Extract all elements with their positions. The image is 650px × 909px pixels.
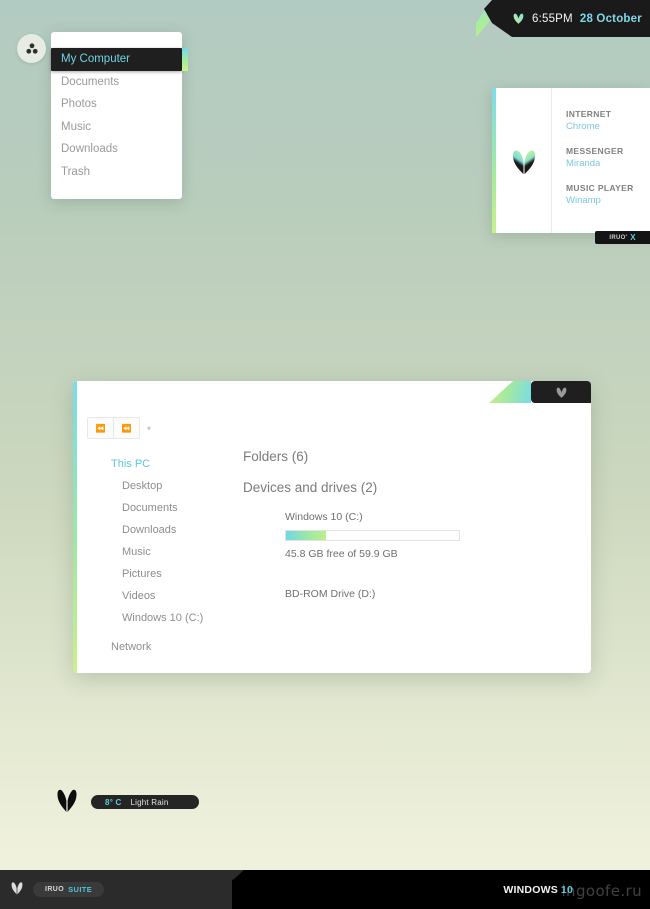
- start-menu-list: My Computer Documents Photos Music Downl…: [51, 32, 188, 184]
- butterfly-logo-icon: [512, 149, 535, 174]
- sidebar-item-downloads[interactable]: Downloads: [111, 519, 261, 541]
- butterfly-logo-icon: [55, 786, 79, 818]
- program-entry-music-player[interactable]: MUSIC PLAYER Winamp: [566, 182, 650, 207]
- taskbar-brand: WINDOWS 10: [503, 870, 573, 909]
- start-menu-item-documents[interactable]: Documents: [51, 71, 182, 94]
- chevron-down-icon[interactable]: ▾: [147, 424, 151, 433]
- taskbar-suite-word1: IRUO: [45, 886, 65, 893]
- sidebar-item-this-pc[interactable]: This PC: [111, 453, 261, 475]
- program-entry-messenger[interactable]: MESSENGER Miranda: [566, 145, 650, 170]
- drive-name: Windows 10 (C:): [285, 511, 363, 523]
- explorer-nav-buttons: ⏪ ⏪ ▾: [87, 417, 151, 439]
- back-arrow-icon[interactable]: ⏪: [87, 417, 114, 439]
- weather-temperature: 8° C: [105, 797, 122, 807]
- taskbar-right-segment: [232, 870, 650, 909]
- start-menu-item-label: My Computer: [61, 53, 131, 65]
- program-app-label: Chrome: [566, 121, 600, 132]
- drive-item-windows-10-c[interactable]: Windows 10 (C:) 45.8 GB free of 59.9 GB …: [285, 511, 571, 600]
- sidebar-item-network[interactable]: Network: [111, 636, 261, 658]
- iruo-badge: IRUO' X: [595, 231, 650, 244]
- explorer-sidebar: This PC Desktop Documents Downloads Musi…: [111, 453, 261, 658]
- sidebar-item-desktop[interactable]: Desktop: [111, 475, 261, 497]
- start-menu-item-label: Trash: [61, 165, 90, 178]
- clock-date: 28 October: [579, 12, 642, 25]
- butterfly-logo-icon: [512, 12, 525, 25]
- start-menu-item-label: Music: [61, 120, 92, 133]
- sidebar-item-pictures[interactable]: Pictures: [111, 563, 261, 585]
- explorer-content: Folders (6) Devices and drives (2) Windo…: [243, 449, 571, 607]
- start-menu-item-trash[interactable]: Trash: [51, 161, 182, 184]
- avatar[interactable]: [17, 34, 46, 63]
- taskbar-suite-pill[interactable]: IRUO SUITE: [33, 882, 105, 897]
- taskbar-suite-word2: SUITE: [68, 885, 93, 894]
- trefoil-avatar-icon: [25, 42, 38, 54]
- taskbar-brand-word2: 10: [560, 883, 573, 896]
- start-menu: My Computer Documents Photos Music Downl…: [17, 32, 188, 199]
- desktop-wallpaper: 6:55PM 28 October My Computer Documents …: [0, 0, 650, 909]
- start-menu-item-label: Photos: [61, 98, 97, 110]
- drive-usage-bar: [285, 530, 460, 541]
- start-menu-item-my-computer[interactable]: My Computer: [51, 48, 188, 71]
- program-app-label: Miranda: [566, 158, 601, 169]
- start-menu-item-label: Downloads: [61, 143, 118, 155]
- drive-free-space: 45.8 GB free of 59.9 GB: [285, 548, 398, 560]
- start-menu-item-label: Documents: [61, 75, 120, 88]
- sidebar-item-music[interactable]: Music: [111, 541, 261, 563]
- program-category-label: INTERNET: [566, 109, 612, 119]
- programs-panel-entries: INTERNET Chrome MESSENGER Miranda MUSIC …: [552, 88, 650, 233]
- start-menu-item-downloads[interactable]: Downloads: [51, 138, 182, 161]
- taskbar: IRUO SUITE WINDOWS 10: [0, 870, 650, 909]
- programs-panel: INTERNET Chrome MESSENGER Miranda MUSIC …: [492, 88, 650, 233]
- explorer-title-tab[interactable]: [531, 381, 591, 403]
- sidebar-item-videos[interactable]: Videos: [111, 585, 261, 607]
- iruo-badge-mark: X: [630, 233, 636, 242]
- taskbar-start-area[interactable]: IRUO SUITE: [10, 870, 105, 909]
- program-category-label: MESSENGER: [566, 146, 624, 156]
- programs-panel-accent: [492, 88, 496, 233]
- clock-time: 6:55PM: [532, 12, 573, 25]
- drive-usage-fill: [286, 531, 326, 540]
- drive-name-bd-rom[interactable]: BD-ROM Drive (D:): [285, 588, 571, 600]
- explorer-left-accent: [73, 381, 77, 673]
- weather-condition: Light Rain: [130, 797, 169, 807]
- sidebar-item-windows-10-c[interactable]: Windows 10 (C:): [111, 607, 261, 629]
- forward-arrow-icon[interactable]: ⏪: [114, 417, 140, 439]
- programs-panel-logo: [496, 88, 552, 233]
- weather-pill[interactable]: 8° C Light Rain: [91, 795, 199, 809]
- devices-heading: Devices and drives (2): [243, 480, 378, 495]
- clock-bar: 6:55PM 28 October: [470, 0, 650, 37]
- program-app-label: Winamp: [566, 195, 601, 206]
- weather-widget: 8° C Light Rain: [55, 786, 199, 818]
- butterfly-logo-icon: [556, 387, 566, 398]
- folders-heading: Folders (6): [243, 449, 309, 464]
- start-menu-item-photos[interactable]: Photos: [51, 93, 182, 116]
- butterfly-logo-icon[interactable]: [10, 880, 24, 900]
- start-menu-item-music[interactable]: Music: [51, 116, 182, 139]
- iruo-badge-text: IRUO': [609, 234, 628, 241]
- sidebar-item-documents[interactable]: Documents: [111, 497, 261, 519]
- explorer-title-accent: [489, 381, 531, 403]
- file-explorer-window: ⏪ ⏪ ▾ This PC Desktop Documents Download…: [73, 381, 591, 673]
- taskbar-brand-word1: WINDOWS: [503, 883, 558, 896]
- program-entry-internet[interactable]: INTERNET Chrome: [566, 108, 650, 133]
- program-category-label: MUSIC PLAYER: [566, 183, 634, 193]
